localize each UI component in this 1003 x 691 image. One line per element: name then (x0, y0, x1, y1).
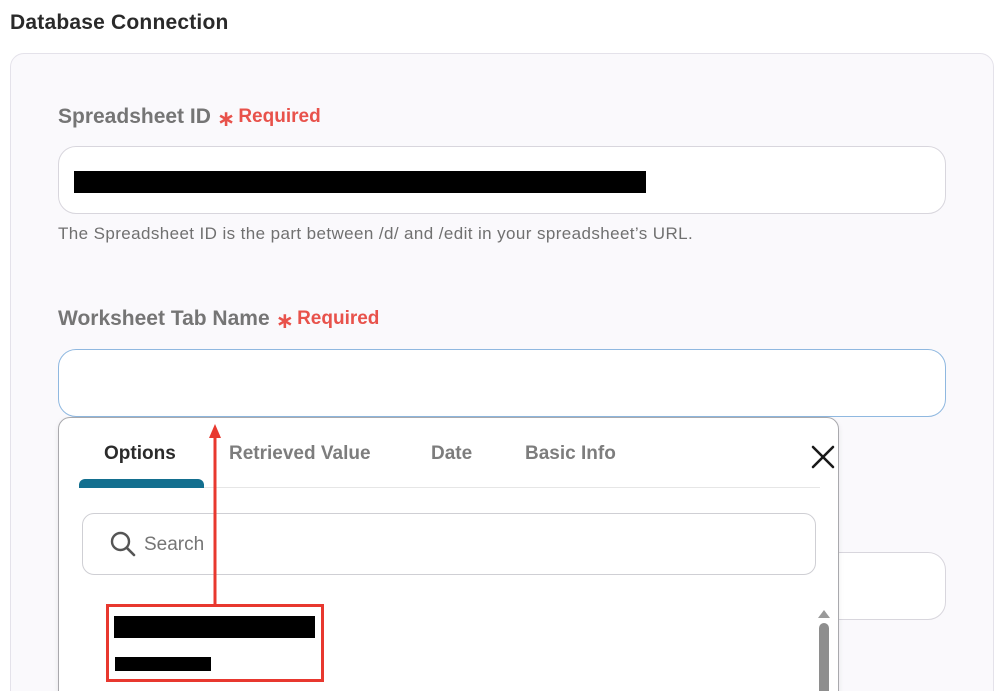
active-tab-indicator (79, 479, 204, 488)
popover-tabs: Options Retrieved Value Date Basic Info (79, 418, 835, 488)
search-icon (109, 530, 137, 558)
worksheet-tab-name-input[interactable] (58, 349, 946, 417)
required-text: Required (238, 106, 321, 127)
tab-options[interactable]: Options (104, 443, 176, 465)
spreadsheet-id-label: Spreadsheet ID ∗ Required (58, 104, 321, 131)
popover-search-input[interactable]: Search (82, 513, 816, 575)
option-list-item[interactable] (106, 604, 324, 682)
worksheet-tab-name-label-text: Worksheet Tab Name (58, 307, 270, 330)
redacted-value (74, 171, 646, 193)
asterisk-icon: ∗ (216, 106, 236, 131)
page: Database Connection Spreadsheet ID ∗ Req… (0, 0, 1003, 691)
search-placeholder: Search (144, 534, 205, 555)
required-text: Required (297, 308, 380, 329)
redacted-option-title (114, 616, 315, 638)
tab-date[interactable]: Date (431, 443, 472, 465)
redacted-option-subtitle (115, 657, 211, 671)
close-icon[interactable] (808, 442, 838, 472)
spreadsheet-id-input[interactable] (58, 146, 946, 214)
tab-retrieved-value[interactable]: Retrieved Value (229, 443, 371, 465)
worksheet-tab-name-label: Worksheet Tab Name ∗ Required (58, 306, 380, 333)
triangle-up-icon[interactable] (817, 606, 831, 618)
scrollbar-thumb[interactable] (819, 623, 829, 691)
tab-basic-info[interactable]: Basic Info (525, 443, 616, 465)
value-picker-popover: Options Retrieved Value Date Basic Info … (58, 417, 839, 691)
spreadsheet-id-label-text: Spreadsheet ID (58, 105, 211, 128)
asterisk-icon: ∗ (275, 308, 295, 333)
spreadsheet-id-helper: The Spreadsheet ID is the part between /… (58, 224, 694, 243)
section-title: Database Connection (10, 11, 229, 34)
